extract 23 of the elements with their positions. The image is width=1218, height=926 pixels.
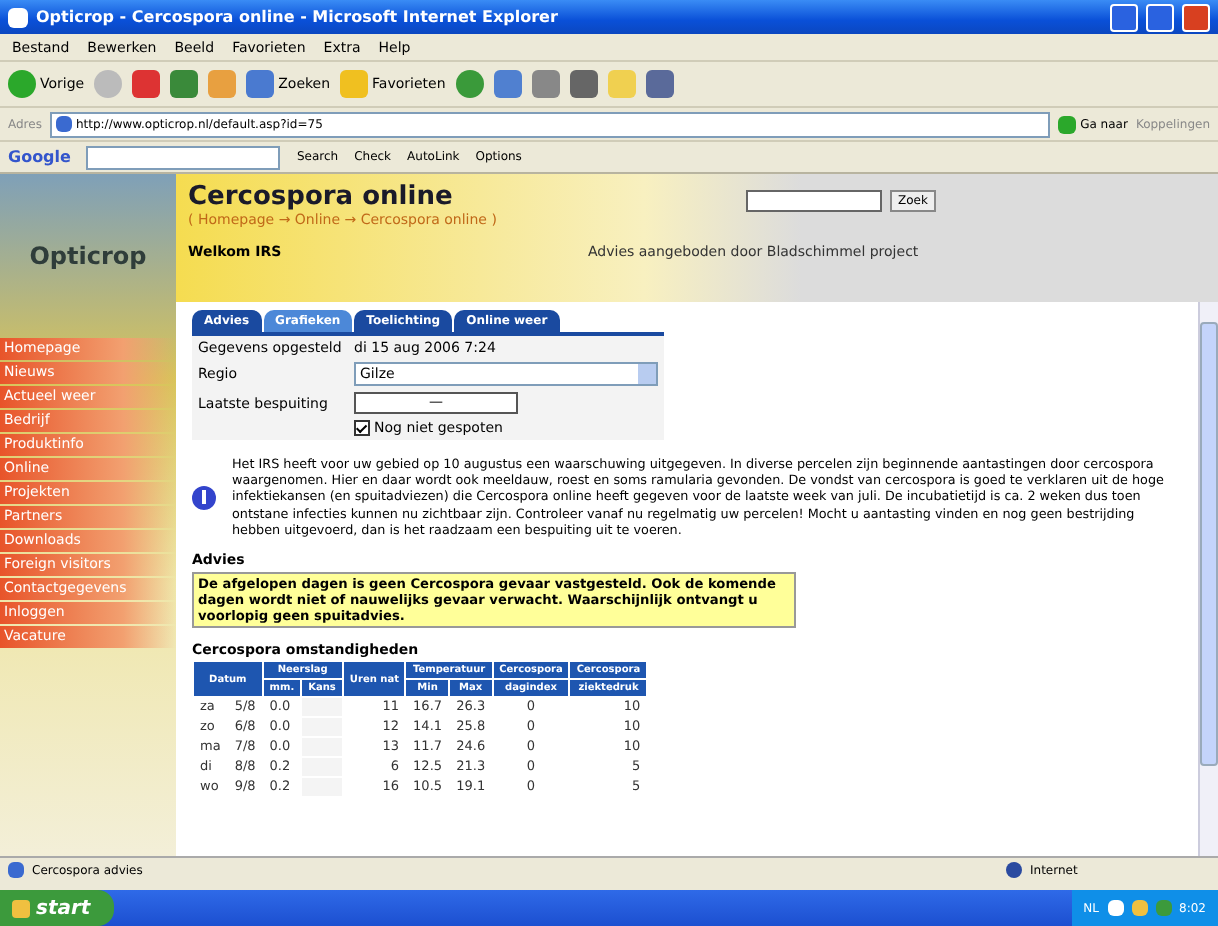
start-button[interactable]: start xyxy=(0,890,115,926)
window-title: Opticrop - Cercospora online - Microsoft Internet Explorer xyxy=(36,8,560,26)
toolbar-button[interactable] xyxy=(170,70,199,98)
toolbar-button[interactable] xyxy=(645,70,674,98)
search-field[interactable] xyxy=(746,190,882,212)
toolbar-button[interactable] xyxy=(531,70,560,98)
site-logo: Opticrop xyxy=(27,240,149,274)
checkbox[interactable] xyxy=(354,420,370,436)
google-search-field[interactable] xyxy=(86,145,281,169)
globe-icon xyxy=(1006,862,1022,878)
maximize-button[interactable] xyxy=(1146,3,1174,31)
toolbar-button[interactable] xyxy=(132,70,161,98)
minimize-button[interactable] xyxy=(1110,3,1138,31)
browser-icon xyxy=(8,7,28,27)
info-icon xyxy=(192,485,216,509)
toolbar-button[interactable] xyxy=(493,70,522,98)
scrollbar[interactable] xyxy=(1198,302,1218,856)
page-icon xyxy=(8,862,24,878)
google-logo: Google xyxy=(8,148,71,166)
page-title: Cercospora online xyxy=(188,182,453,212)
toolbar-button[interactable] xyxy=(569,70,598,98)
close-button[interactable] xyxy=(1182,3,1210,31)
toolbar-button[interactable] xyxy=(455,70,484,98)
